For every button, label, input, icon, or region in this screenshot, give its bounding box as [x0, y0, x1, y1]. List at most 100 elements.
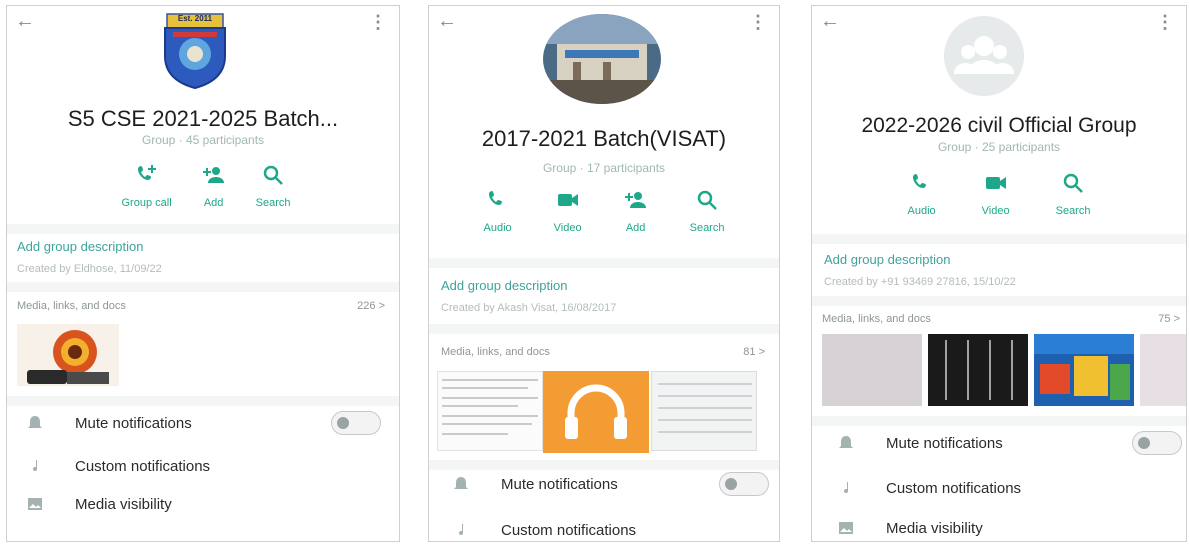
image-icon	[836, 518, 856, 538]
music-note-icon	[451, 520, 471, 540]
back-arrow-icon[interactable]: ←	[820, 10, 840, 33]
media-thumbnail-4[interactable]	[1140, 334, 1186, 406]
audio-call-button[interactable]: Audio	[484, 188, 512, 234]
group-call-button[interactable]: Group call	[122, 163, 172, 209]
custom-notifications-row[interactable]: Custom notifications	[836, 478, 1021, 498]
action-bar: Audio Video Add Search	[429, 188, 779, 234]
mute-toggle[interactable]	[331, 411, 381, 435]
group-subtitle: Group · 25 participants	[937, 140, 1061, 154]
group-avatar-placeholder[interactable]	[944, 16, 1024, 96]
add-participant-button[interactable]: Add	[202, 163, 226, 209]
media-visibility-label: Media visibility	[75, 495, 172, 513]
mute-notifications-row[interactable]: Mute notifications	[25, 413, 192, 433]
phone-plus-icon	[137, 165, 156, 180]
search-icon	[263, 165, 283, 185]
media-thumbnail-2[interactable]	[928, 334, 1028, 406]
more-options-icon[interactable]: ⋮	[1156, 12, 1174, 33]
group-people-icon	[954, 36, 1014, 74]
search-label: Search	[689, 222, 725, 234]
group-title: S5 CSE 2021-2025 Batch...	[67, 106, 339, 131]
section-divider	[429, 324, 779, 334]
section-divider	[812, 234, 1186, 244]
toggle-knob	[337, 417, 349, 429]
bell-icon	[836, 433, 856, 453]
toggle-knob	[1138, 437, 1150, 449]
search-icon	[697, 190, 717, 210]
add-description-link[interactable]: Add group description	[441, 278, 567, 293]
audio-label: Audio	[907, 205, 936, 217]
media-count[interactable]: 81 >	[743, 346, 765, 358]
custom-notifications-row[interactable]: Custom notifications	[451, 520, 636, 540]
group-info-panel-3: ← ⋮ 2022-2026 civil Official Group Group…	[811, 5, 1187, 542]
add-person-icon	[624, 192, 646, 208]
mute-notifications-label: Mute notifications	[886, 434, 1003, 452]
add-description-link[interactable]: Add group description	[824, 252, 950, 267]
mute-notifications-row[interactable]: Mute notifications	[836, 433, 1003, 453]
video-label: Video	[981, 205, 1010, 217]
section-divider	[429, 258, 779, 268]
video-call-button[interactable]: Video	[554, 188, 582, 234]
bell-icon	[25, 413, 45, 433]
section-divider	[7, 224, 399, 234]
add-participant-button[interactable]: Add	[624, 188, 648, 234]
media-visibility-row[interactable]: Media visibility	[836, 518, 983, 538]
video-label: Video	[553, 222, 582, 234]
section-divider	[7, 396, 399, 406]
video-call-button[interactable]: Video	[982, 171, 1010, 217]
bell-icon	[451, 474, 471, 494]
more-options-icon[interactable]: ⋮	[369, 12, 387, 33]
headphones-icon	[565, 384, 627, 439]
phone-icon	[488, 191, 502, 205]
group-info-panel-1: ← ⋮ Est. 2011 S5 CSE 2021-2025 Batch... …	[6, 5, 400, 542]
media-links-docs-label[interactable]: Media, links, and docs	[822, 313, 931, 325]
more-options-icon[interactable]: ⋮	[749, 12, 767, 33]
custom-notifications-label: Custom notifications	[886, 479, 1022, 497]
toggle-knob	[725, 478, 737, 490]
mute-notifications-row[interactable]: Mute notifications	[451, 474, 618, 494]
media-visibility-label: Media visibility	[886, 519, 983, 537]
mute-notifications-label: Mute notifications	[75, 414, 192, 432]
custom-notifications-label: Custom notifications	[75, 457, 211, 475]
phone-icon	[912, 174, 926, 188]
music-note-icon	[25, 456, 45, 476]
group-logo[interactable]: Est. 2011	[159, 10, 231, 90]
audio-label: Audio	[483, 222, 512, 234]
logo-text: Est. 2011	[177, 14, 213, 23]
search-label: Search	[1055, 205, 1091, 217]
group-call-label: Group call	[121, 197, 172, 209]
action-bar: Audio Video Search	[812, 171, 1186, 217]
video-camera-icon	[985, 177, 1006, 189]
audio-call-button[interactable]: Audio	[908, 171, 936, 217]
add-label: Add	[625, 222, 646, 234]
custom-notifications-label: Custom notifications	[501, 521, 637, 539]
media-links-docs-label[interactable]: Media, links, and docs	[441, 346, 550, 358]
media-thumbnail-3[interactable]	[1034, 334, 1134, 406]
section-divider	[812, 296, 1186, 306]
group-subtitle: Group · 45 participants	[141, 133, 265, 147]
media-links-docs-label[interactable]: Media, links, and docs	[17, 300, 126, 312]
mute-toggle[interactable]	[719, 472, 769, 496]
media-thumbnail-gif[interactable]	[17, 324, 119, 386]
search-button[interactable]: Search	[256, 163, 291, 209]
search-icon	[1063, 173, 1083, 193]
media-thumbnail-document[interactable]	[437, 371, 543, 451]
media-visibility-row[interactable]: Media visibility	[25, 494, 172, 514]
search-button[interactable]: Search	[689, 188, 725, 234]
back-arrow-icon[interactable]: ←	[437, 10, 457, 33]
media-thumbnail-sheet[interactable]	[651, 371, 757, 451]
image-icon	[25, 494, 45, 514]
add-description-link[interactable]: Add group description	[17, 239, 143, 254]
group-title: 2017-2021 Batch(VISAT)	[481, 126, 727, 151]
media-thumbnail-audio[interactable]	[543, 371, 649, 453]
search-button[interactable]: Search	[1055, 171, 1091, 217]
media-count[interactable]: 226 >	[357, 300, 385, 312]
group-avatar-photo[interactable]	[543, 14, 661, 104]
media-count[interactable]: 75 >	[1158, 313, 1180, 325]
back-arrow-icon[interactable]: ←	[15, 10, 35, 33]
media-thumbnail-1[interactable]	[822, 334, 922, 406]
search-label: Search	[255, 197, 291, 209]
created-by-text: Created by Eldhose, 11/09/22	[17, 263, 162, 275]
section-divider	[7, 282, 399, 292]
mute-toggle[interactable]	[1132, 431, 1182, 455]
custom-notifications-row[interactable]: Custom notifications	[25, 456, 210, 476]
